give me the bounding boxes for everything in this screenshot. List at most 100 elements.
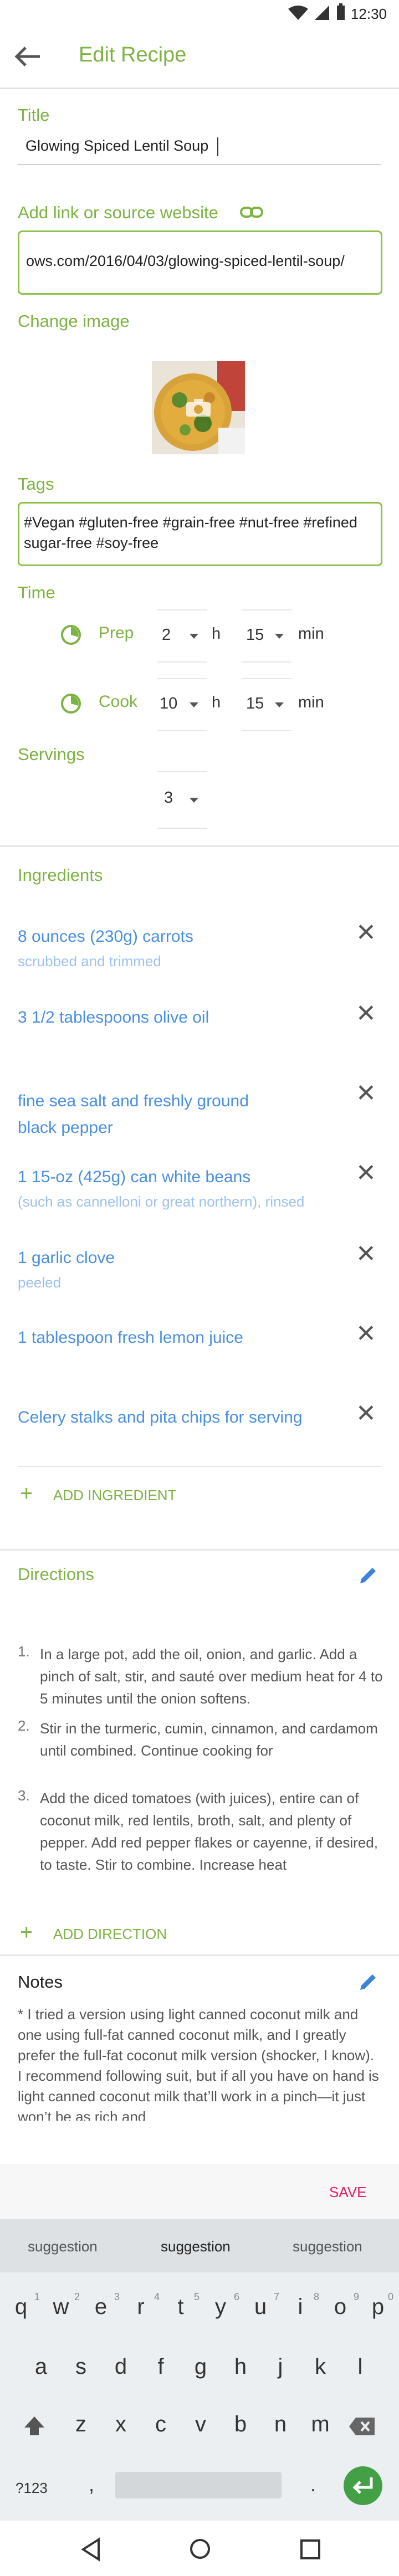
ingredient-row[interactable]: 1 garlic clove peeled ✕ [0,1241,399,1296]
title-input[interactable]: Glowing Spiced Lentil Soup [18,133,381,165]
key-m[interactable]: m [304,2412,337,2437]
key-j[interactable]: j [264,2354,297,2379]
key-e[interactable]: e [84,2295,117,2320]
key-hint: 3 [114,2291,120,2302]
key-l[interactable]: l [344,2354,377,2379]
key-y[interactable]: y [204,2295,237,2320]
key-h[interactable]: h [224,2354,257,2379]
remove-ingredient-icon[interactable]: ✕ [356,1402,376,1426]
comma-key[interactable]: , [89,2473,94,2496]
key-s[interactable]: s [64,2354,98,2379]
recipe-image[interactable] [152,361,245,454]
ingredient-row[interactable]: 1 15-oz (425g) can white beans (such as … [0,1160,399,1215]
ingredient-row[interactable]: 8 ounces (230g) carrots scrubbed and tri… [0,920,399,975]
key-r[interactable]: r [124,2295,157,2320]
key-z[interactable]: z [64,2412,98,2437]
notes-text: * I tried a version using light canned c… [18,2006,379,2121]
direction-step[interactable]: 3. Add the diced tomatoes (with juices),… [18,1787,383,1877]
key-u[interactable]: u [244,2295,277,2320]
ingredient-row[interactable]: fine sea salt and freshly ground black p… [0,1080,399,1141]
cook-hours-select[interactable]: 10 [157,678,207,731]
cook-minutes-select[interactable]: 15 [242,678,291,731]
plus-icon: + [20,1920,33,1944]
step-text: In a large pot, add the oil, onion, and … [40,1646,383,1707]
key-c[interactable]: c [144,2412,177,2437]
save-button[interactable]: SAVE [329,2184,366,2201]
step-text: Stir in the turmeric, cumin, cinnamon, a… [40,1720,378,1759]
link-label: Add link or source website [18,203,218,222]
key-n[interactable]: n [264,2412,297,2437]
key-f[interactable]: f [144,2354,177,2379]
nav-recents-icon[interactable] [299,2538,321,2560]
edit-pencil-icon[interactable] [357,1971,379,1993]
key-hint: 7 [274,2291,280,2302]
nav-home-icon[interactable] [188,2537,212,2560]
remove-ingredient-icon[interactable]: ✕ [356,1002,376,1026]
servings-value: 3 [164,789,173,807]
ingredient-note: peeled [18,1274,62,1291]
period-key[interactable]: . [310,2473,316,2496]
link-icon[interactable] [239,204,264,220]
key-q[interactable]: q [4,2295,38,2320]
battery-icon [337,3,345,20]
key-x[interactable]: x [104,2412,137,2437]
dropdown-caret-icon [275,634,284,639]
cook-hours-value: 10 [160,695,178,712]
back-arrow-icon[interactable] [14,45,42,68]
suggestion-item[interactable]: suggestion [161,2238,231,2255]
dropdown-caret-icon [190,634,198,639]
servings-select[interactable]: 3 [157,771,207,829]
ingredient-row[interactable]: 3 1/2 tablespoons olive oil ✕ [0,1000,399,1045]
text-cursor [217,137,218,156]
key-t[interactable]: t [164,2295,197,2320]
ingredient-note: scrubbed and trimmed [18,953,161,969]
notes-header: Notes [18,1972,63,1992]
remove-ingredient-icon[interactable]: ✕ [356,1161,376,1186]
key-g[interactable]: g [184,2354,217,2379]
key-v[interactable]: v [184,2412,217,2437]
remove-ingredient-icon[interactable]: ✕ [356,1242,376,1266]
key-k[interactable]: k [304,2354,337,2379]
status-bar: 12:30 [0,0,399,27]
key-i[interactable]: i [284,2295,317,2320]
direction-step[interactable]: 1. In a large pot, add the oil, onion, a… [18,1643,383,1716]
direction-step[interactable]: 2. Stir in the turmeric, cumin, cinnamon… [18,1717,383,1763]
space-bar[interactable] [115,2472,282,2498]
prep-hours-select[interactable]: 2 [157,609,207,663]
ingredient-name: 8 ounces (230g) carrots [18,927,193,946]
key-o[interactable]: o [324,2295,357,2320]
edit-pencil-icon[interactable] [357,1564,379,1587]
ingredient-row[interactable]: 1 tablespoon fresh lemon juice ✕ [0,1321,399,1365]
enter-button[interactable] [344,2466,382,2505]
suggestion-item[interactable]: suggestion [28,2238,98,2255]
nav-back-icon[interactable] [80,2537,102,2562]
cook-h-unit: h [212,694,221,711]
title-label: Title [18,105,50,125]
suggestion-strip: suggestion suggestion suggestion [0,2219,399,2272]
ingredient-name: 1 15-oz (425g) can white beans [18,1168,251,1186]
section-divider [0,1954,399,1956]
key-w[interactable]: w [44,2295,78,2320]
step-number: 3. [18,1787,30,1804]
shift-icon[interactable] [22,2414,47,2439]
step-number: 1. [18,1643,30,1660]
notes-text-area[interactable]: * I tried a version using light canned c… [18,2004,383,2121]
suggestion-item[interactable]: suggestion [293,2238,362,2255]
remove-ingredient-icon[interactable]: ✕ [356,1322,376,1346]
key-a[interactable]: a [24,2354,58,2379]
add-direction-button[interactable]: + ADD DIRECTION [18,1921,239,1949]
keyboard: suggestion suggestion suggestion q 1 w 2… [0,2219,399,2521]
key-b[interactable]: b [224,2412,257,2437]
key-d[interactable]: d [104,2354,137,2379]
add-ingredient-button[interactable]: + ADD INGREDIENT [18,1482,239,1510]
dropdown-caret-icon [190,702,198,707]
symbols-key[interactable]: ?123 [16,2480,48,2497]
link-input[interactable]: ows.com/2016/04/03/glowing-spiced-lentil… [18,230,382,295]
ingredient-row[interactable]: Celery stalks and pita chips for serving… [0,1400,399,1445]
remove-ingredient-icon[interactable]: ✕ [356,921,376,945]
prep-h-unit: h [212,625,221,643]
remove-ingredient-icon[interactable]: ✕ [356,1081,376,1106]
prep-minutes-select[interactable]: 15 [242,609,291,663]
backspace-icon[interactable] [348,2416,376,2436]
tags-input[interactable]: #Vegan #gluten-free #grain-free #nut-fre… [18,502,382,566]
